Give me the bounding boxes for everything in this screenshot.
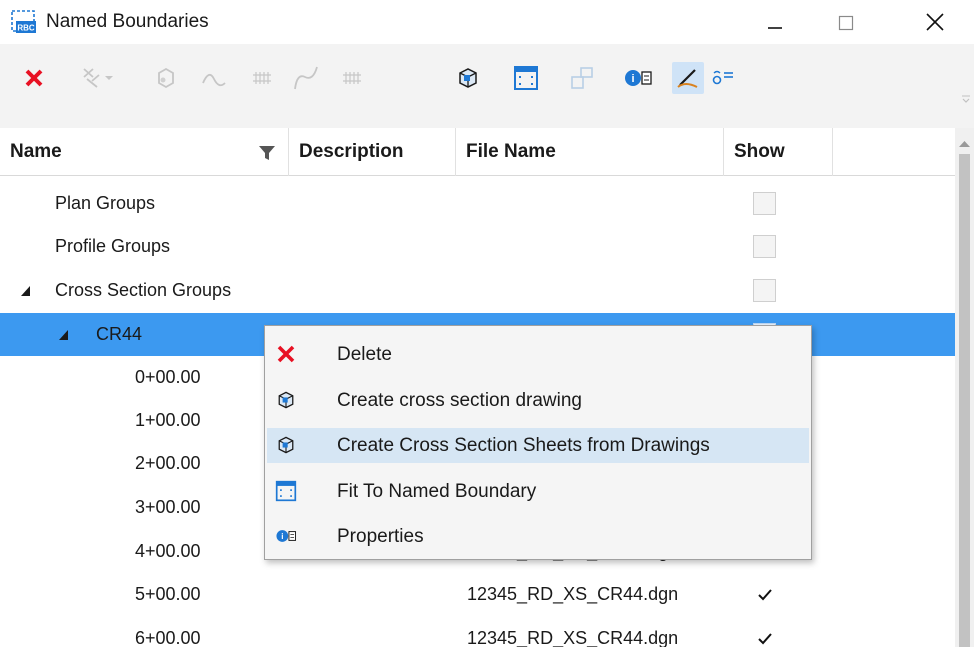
- row-name: Plan Groups: [55, 193, 156, 213]
- show-checkbox[interactable]: [753, 235, 776, 258]
- pencil-draw-icon: [677, 69, 698, 88]
- filter-icon[interactable]: [258, 144, 276, 162]
- create-drawing-button[interactable]: [452, 62, 484, 94]
- row-name: CR44: [96, 324, 143, 344]
- profile-button[interactable]: [198, 62, 230, 94]
- cube-drawing-icon: [275, 389, 297, 411]
- cube-sheets-icon: [275, 434, 297, 456]
- row-name: 0+00.00: [135, 367, 201, 387]
- show-checkbox[interactable]: [753, 192, 776, 215]
- red-x-icon: [275, 343, 297, 365]
- grid-icon: [253, 72, 271, 84]
- row-name: 5+00.00: [135, 584, 201, 604]
- row-file-name: 12345_RD_XS_CR44.dgn: [467, 628, 679, 647]
- menu-item-create-cross-section-sheets[interactable]: Create Cross Section Sheets from Drawing…: [267, 428, 809, 463]
- model-icon: [158, 67, 174, 89]
- sheets-button[interactable]: [566, 62, 598, 94]
- column-header-file-name-label: File Name: [466, 141, 556, 162]
- fit-boundary-icon: [514, 66, 538, 90]
- menu-item-label: Fit To Named Boundary: [337, 480, 537, 502]
- scrollbar-thumb[interactable]: [959, 154, 970, 647]
- draw-boundary-button[interactable]: [672, 62, 704, 94]
- grid-header: Name Description File Name Show: [0, 128, 955, 176]
- toolbar-overflow-button[interactable]: [960, 92, 972, 104]
- column-header-show[interactable]: Show: [724, 128, 833, 176]
- sheets-icon: [571, 67, 593, 89]
- cube-drawing-icon: [459, 68, 477, 88]
- expanded-triangle-icon[interactable]: [20, 284, 32, 296]
- maximize-button[interactable]: [823, 0, 869, 44]
- curve-icon: [294, 66, 318, 90]
- maximize-icon: [838, 15, 854, 31]
- menu-item-label: Create Cross Section Sheets from Drawing…: [337, 434, 710, 456]
- row-name: Cross Section Groups: [55, 280, 232, 300]
- menu-item-create-cross-section-drawing[interactable]: Create cross section drawing: [267, 383, 809, 418]
- fit-boundary-icon: [275, 480, 297, 502]
- column-header-show-label: Show: [734, 141, 785, 162]
- row-name: 3+00.00: [135, 497, 201, 517]
- menu-item-fit-to-named-boundary[interactable]: Fit To Named Boundary: [267, 474, 809, 509]
- model-button[interactable]: [150, 62, 182, 94]
- tree-row-station[interactable]: 5+00.00 12345_RD_XS_CR44.dgn: [0, 573, 955, 616]
- window-title: Named Boundaries: [46, 11, 209, 32]
- grid-button[interactable]: [246, 62, 278, 94]
- menu-item-label: Delete: [337, 343, 392, 365]
- checkmark-icon: [757, 588, 772, 600]
- tree-row-cross-section-groups[interactable]: Cross Section Groups: [0, 269, 955, 312]
- settings-button[interactable]: [708, 62, 740, 94]
- show-checkbox[interactable]: [753, 279, 776, 302]
- row-name: 6+00.00: [135, 628, 201, 647]
- tree-row-station[interactable]: 6+00.00 12345_RD_XS_CR44.dgn: [0, 617, 955, 647]
- tree-row-profile-groups[interactable]: Profile Groups: [0, 225, 955, 268]
- menu-item-label: Properties: [337, 525, 424, 547]
- show-checkbox[interactable]: [753, 583, 776, 606]
- menu-item-properties[interactable]: i Properties: [267, 519, 809, 554]
- properties-button[interactable]: i: [622, 62, 654, 94]
- tree-row-plan-groups[interactable]: Plan Groups: [0, 182, 955, 225]
- named-boundaries-icon: RBC: [10, 8, 38, 36]
- svg-text:i: i: [631, 73, 634, 85]
- column-header-description[interactable]: Description: [289, 128, 456, 176]
- close-button[interactable]: [912, 0, 958, 44]
- chevron-down-icon: [105, 76, 113, 80]
- create-boundary-dropdown[interactable]: [100, 62, 118, 94]
- curve-button[interactable]: [290, 62, 322, 94]
- row-file-name: 12345_RD_XS_CR44.dgn: [467, 584, 679, 604]
- row-name: 1+00.00: [135, 410, 201, 430]
- svg-text:i: i: [281, 532, 283, 541]
- toolbar: i: [0, 44, 974, 128]
- delete-button[interactable]: [18, 62, 50, 94]
- profile-icon: [202, 73, 226, 87]
- checkmark-icon: [757, 632, 772, 644]
- expanded-triangle-icon[interactable]: [58, 328, 70, 340]
- menu-item-label: Create cross section drawing: [337, 389, 582, 411]
- title-bar: RBC Named Boundaries: [0, 0, 974, 44]
- row-name: 4+00.00: [135, 541, 201, 561]
- settings-list-icon: [712, 70, 733, 85]
- context-menu: Delete Create cross section drawing Crea…: [264, 325, 812, 560]
- show-checkbox[interactable]: [753, 627, 776, 647]
- row-name: 2+00.00: [135, 453, 201, 473]
- scroll-up-arrow-icon[interactable]: [958, 136, 971, 147]
- properties-icon: i: [275, 525, 297, 547]
- grid-icon: [343, 72, 361, 84]
- column-header-description-label: Description: [299, 141, 404, 162]
- chevron-down-icon: [962, 95, 970, 103]
- vertical-scrollbar[interactable]: [955, 128, 974, 647]
- fit-to-boundary-button[interactable]: [510, 62, 542, 94]
- grid-button-2[interactable]: [336, 62, 368, 94]
- svg-text:RBC: RBC: [17, 24, 35, 33]
- minimize-button[interactable]: [752, 0, 798, 44]
- close-icon: [926, 13, 944, 31]
- properties-icon: i: [625, 70, 652, 86]
- column-header-file-name[interactable]: File Name: [456, 128, 724, 176]
- menu-item-delete[interactable]: Delete: [267, 337, 809, 372]
- row-name: Profile Groups: [55, 236, 171, 256]
- minimize-icon: [768, 27, 782, 29]
- red-x-icon: [25, 69, 43, 87]
- column-header-name-label: Name: [10, 141, 62, 162]
- column-header-name[interactable]: Name: [0, 128, 289, 176]
